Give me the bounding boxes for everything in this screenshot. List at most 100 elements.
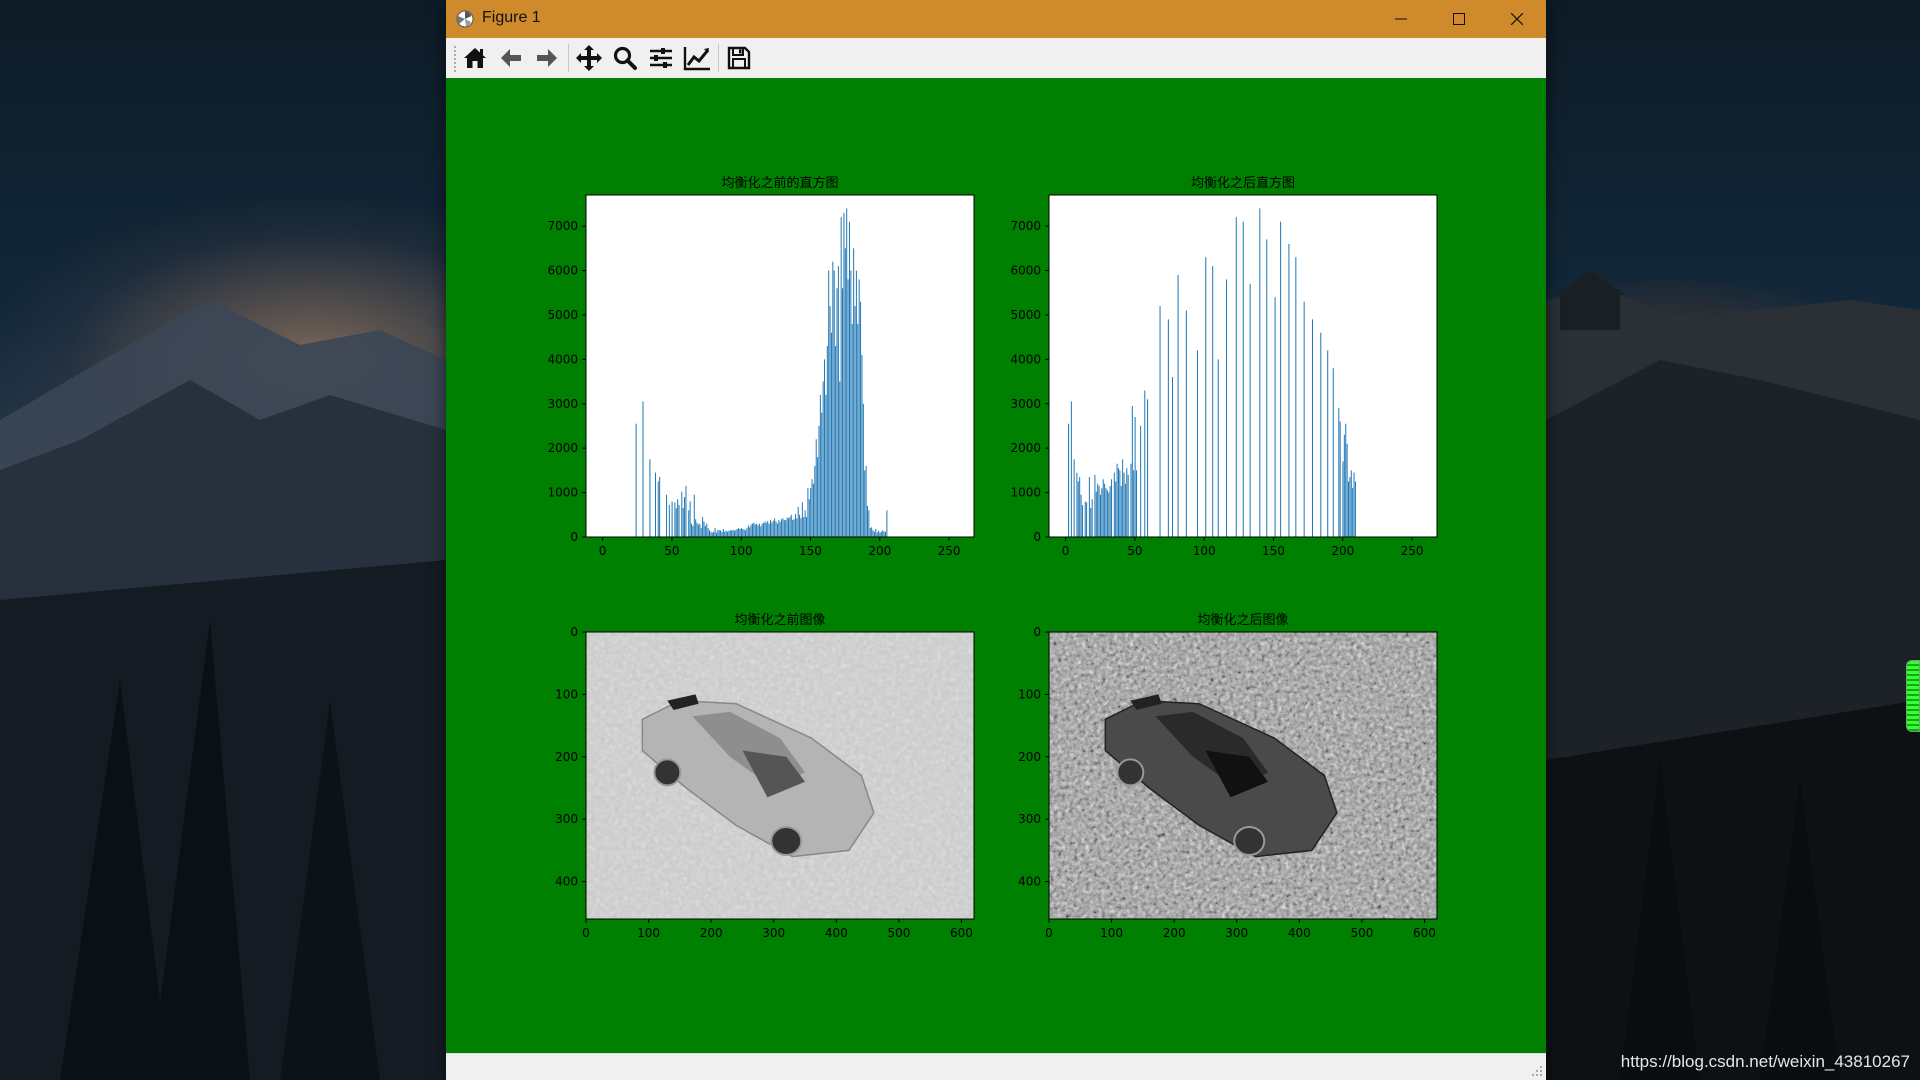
y-tick-label: 4000 <box>547 352 578 366</box>
histogram-bar <box>1320 332 1322 537</box>
figure-canvas[interactable]: 均衡化之前的直方图 0 50 100 150 200 250 0 1000 2000 3000 400… <box>446 78 1546 1054</box>
histogram-bar <box>1353 472 1355 537</box>
histogram-bar <box>829 306 831 537</box>
car-front-wheel <box>653 758 682 787</box>
histogram-bar <box>788 518 790 537</box>
x-tick-label: 50 <box>664 544 679 558</box>
battery-gauge-widget <box>1906 660 1920 732</box>
y-tick-label: 5000 <box>1010 308 1041 322</box>
resize-grip-icon[interactable] <box>1531 1065 1543 1077</box>
histogram-bar <box>1147 399 1149 537</box>
toolbar-separator <box>718 44 719 72</box>
y-tick-label: 200 <box>555 750 578 764</box>
histogram-bar <box>742 529 744 537</box>
histogram-bar <box>1295 257 1297 537</box>
zoom-button[interactable] <box>610 43 640 73</box>
histogram-bar <box>709 530 711 537</box>
y-tick-label: 4000 <box>1010 352 1041 366</box>
forward-arrow-icon <box>537 49 557 67</box>
histogram-bar <box>684 497 686 537</box>
histogram-bar <box>1122 459 1124 537</box>
histogram-bar <box>1226 279 1228 537</box>
histogram-bar <box>1311 319 1313 537</box>
histogram-bar <box>857 323 859 537</box>
home-button[interactable] <box>460 43 490 73</box>
histogram-bar <box>702 517 704 537</box>
x-tick-label: 250 <box>1401 544 1424 558</box>
histogram-bar <box>714 528 716 537</box>
save-button[interactable] <box>724 43 754 73</box>
histogram-bar <box>1346 443 1348 537</box>
histogram-bar <box>713 531 715 537</box>
subplot-2: 均衡化之后直方图 0 50 100 150 200 250 0 1000 2000 3000 4000… <box>1010 175 1438 558</box>
histogram-bar <box>720 530 722 537</box>
save-floppy-icon <box>727 46 751 70</box>
histogram-bar <box>839 381 841 537</box>
histogram-bar <box>844 248 846 537</box>
histogram-bar <box>758 523 760 537</box>
histogram-bar <box>729 530 731 537</box>
title-bar[interactable]: Figure 1 <box>446 0 1546 38</box>
minimize-button[interactable] <box>1372 0 1430 38</box>
histogram-bar <box>785 520 787 537</box>
histogram-bar <box>1097 483 1099 537</box>
histogram-bar <box>817 457 819 537</box>
histogram-bar <box>783 520 785 537</box>
x-tick-label: 0 <box>1062 544 1070 558</box>
histogram-bar <box>1133 470 1135 537</box>
histogram-bar <box>721 531 723 537</box>
histogram-bar <box>1159 306 1161 537</box>
histogram-bar <box>675 508 677 537</box>
histogram-bar <box>1177 274 1179 537</box>
histogram-bar <box>864 470 866 537</box>
histogram-bar <box>685 485 687 537</box>
y-tick-label: 0 <box>570 530 578 544</box>
histogram-bar <box>835 346 837 537</box>
histogram-bar <box>1235 217 1237 537</box>
histogram-bar <box>830 332 832 537</box>
histogram-bar <box>1119 470 1121 537</box>
histogram-bar <box>800 518 802 537</box>
histogram-bar <box>824 359 826 537</box>
histogram-bar <box>689 501 691 537</box>
histogram-bar <box>699 523 701 537</box>
x-tick-label: 400 <box>825 926 848 940</box>
back-button[interactable] <box>496 43 526 73</box>
close-button[interactable] <box>1488 0 1546 38</box>
histogram-bar <box>810 488 812 537</box>
edit-curves-button[interactable] <box>682 43 712 73</box>
histogram-bar <box>1094 474 1096 537</box>
histogram-bar <box>700 528 702 537</box>
histogram-bar <box>883 531 885 537</box>
forward-button[interactable] <box>532 43 562 73</box>
histogram-bar <box>806 517 808 537</box>
x-tick-label: 150 <box>799 544 822 558</box>
histogram-bar <box>692 525 694 537</box>
x-tick-label: 100 <box>1100 926 1123 940</box>
histogram-bar <box>717 529 719 537</box>
histogram-bar <box>735 529 737 537</box>
histogram-bar <box>771 522 773 537</box>
histogram-bar <box>1205 257 1207 537</box>
histogram-bar <box>1077 481 1079 537</box>
configure-subplots-button[interactable] <box>646 43 676 73</box>
histogram-bar <box>754 524 756 537</box>
navigation-toolbar <box>446 38 1546 79</box>
histogram-bar <box>1123 472 1125 537</box>
histogram-bar <box>1348 481 1350 537</box>
histogram-bar <box>668 505 670 537</box>
subplot-title: 均衡化之后图像 <box>1197 613 1288 628</box>
histogram-bar <box>1303 301 1305 537</box>
histogram-bar <box>1105 488 1107 537</box>
histogram-bar <box>1068 423 1070 537</box>
maximize-button[interactable] <box>1430 0 1488 38</box>
histogram-bar <box>635 423 637 537</box>
histogram-bar <box>793 519 795 537</box>
histogram-bar <box>1327 350 1329 537</box>
toolbar-grip[interactable] <box>454 46 456 72</box>
histogram-bar <box>796 518 798 537</box>
x-tick-label: 200 <box>1163 926 1186 940</box>
histogram-bar <box>1249 283 1251 537</box>
pan-button[interactable] <box>574 43 604 73</box>
histogram-bar <box>1332 368 1334 537</box>
